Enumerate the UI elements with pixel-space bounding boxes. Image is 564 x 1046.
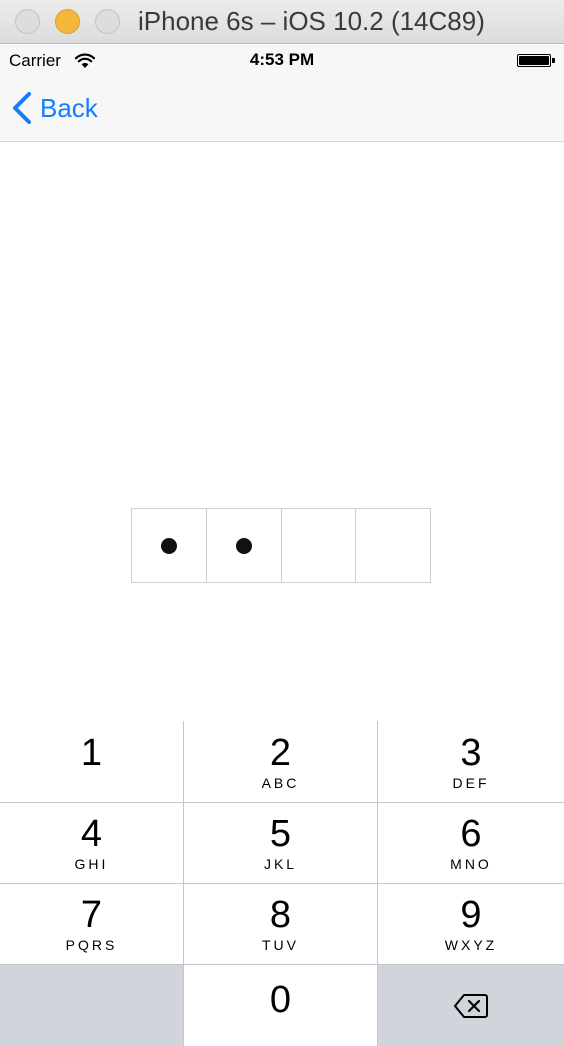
pin-dot [160,537,177,554]
navigation-bar: Carrier 4:53 PM Back [0,45,564,142]
pin-dot [235,537,252,554]
key-number: 7 [80,894,103,936]
battery-fill [519,56,549,65]
delete-key[interactable] [378,965,564,1046]
numeric-keypad: 1 2 ABC 3 DEF 4 GHI 5 JKL 6 MNO 7 PQRS 8… [0,721,564,1046]
key-letters: ABC [261,774,300,791]
window-title: iPhone 6s – iOS 10.2 (14C89) [138,6,485,36]
key-7[interactable]: 7 PQRS [0,884,184,965]
keypad-blank-key [0,965,184,1046]
pin-box [207,509,282,582]
key-letters: PQRS [65,937,118,953]
key-letters: TUV [262,937,299,953]
key-3[interactable]: 3 DEF [378,721,564,803]
battery-nub [552,58,555,63]
key-number: 4 [80,813,103,855]
key-9[interactable]: 9 WXYZ [378,884,564,965]
back-button[interactable]: Back [10,90,98,126]
key-number: 1 [80,731,103,774]
key-letters: JKL [263,856,298,872]
window-title-bar: iPhone 6s – iOS 10.2 (14C89) [0,0,564,44]
pin-entry[interactable] [131,508,431,583]
key-2[interactable]: 2 ABC [184,721,378,803]
key-8[interactable]: 8 TUV [184,884,378,965]
delete-backward-icon [454,993,488,1018]
key-5[interactable]: 5 JKL [184,803,378,884]
key-number: 2 [269,731,292,774]
chevron-left-icon [13,92,31,124]
key-number: 6 [460,813,482,855]
battery-icon [517,54,555,67]
status-time: 4:53 PM [249,50,315,69]
window-zoom-button[interactable] [95,9,120,34]
key-letters: DEF [452,774,490,791]
key-1[interactable]: 1 [0,721,184,803]
key-6[interactable]: 6 MNO [378,803,564,884]
key-number: 9 [460,894,482,936]
key-number: 0 [269,978,292,1021]
key-0[interactable]: 0 [184,965,378,1046]
key-number: 8 [269,894,292,936]
pin-box [282,509,357,582]
pin-box [132,509,207,582]
key-letters: GHI [74,856,109,872]
pin-box [356,509,430,582]
back-button-label: Back [40,92,98,123]
key-4[interactable]: 4 GHI [0,803,184,884]
key-letters: MNO [450,856,492,872]
key-number: 5 [269,813,292,855]
key-letters: WXYZ [444,937,498,953]
key-number: 3 [460,731,482,774]
window-minimize-button[interactable] [55,9,80,34]
window-close-button[interactable] [15,9,40,34]
